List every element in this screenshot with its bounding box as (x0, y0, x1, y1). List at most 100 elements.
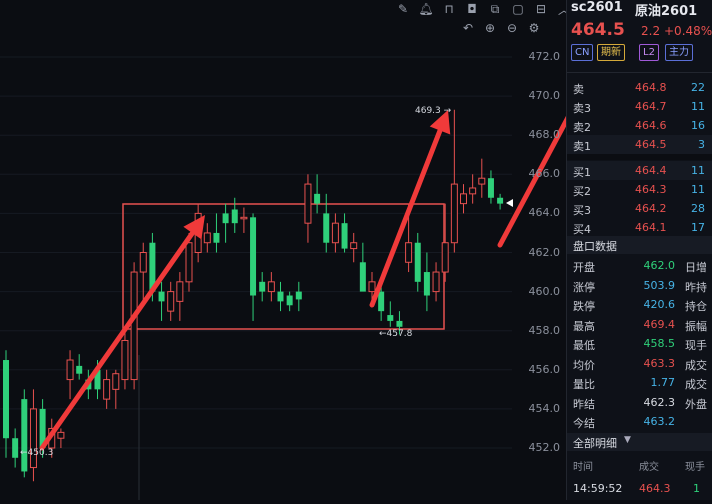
bid-volume: 17 (691, 221, 705, 234)
symbol-header: sc2601 原油2601 (567, 0, 712, 20)
copy-icon[interactable]: ⧉ (487, 1, 503, 17)
window-icon[interactable]: ▢ (510, 1, 526, 17)
detail-section-title: 全部明细 (573, 437, 617, 450)
stat-row: 均价 463.3 成交 (567, 354, 712, 373)
low-label: 450.3 (27, 448, 54, 458)
y-tick-label: 462.0 (528, 245, 561, 259)
stat-key-2: 现手 (685, 339, 707, 352)
stat-row: 今结 463.2 (567, 412, 712, 431)
ask-row[interactable]: 卖 464.8 22 (567, 78, 712, 97)
candle-body-down (378, 291, 385, 312)
bid-label: 买3 (573, 204, 591, 217)
symbol-code: sc2601 (571, 0, 623, 15)
stat-key-2: 外盘 (685, 397, 707, 411)
bid-price: 464.1 (635, 221, 667, 234)
lock-icon[interactable]: ⊓ (441, 1, 457, 17)
bid-price: 464.4 (635, 164, 667, 177)
stat-key-2: 昨持 (685, 280, 707, 294)
stat-key: 跌停 (573, 300, 595, 313)
bid-row[interactable]: 买2 464.3 11 (567, 180, 712, 199)
badge-l2: L2 (639, 44, 659, 61)
bell-icon[interactable]: 🔔︎ (418, 1, 434, 17)
stat-row: 昨结 462.3 外盘 (567, 393, 712, 412)
settings-icon[interactable]: ⚙ (526, 20, 542, 36)
y-tick-label: 456.0 (528, 362, 561, 376)
candle-body-up (112, 373, 120, 390)
candle-body-down (222, 213, 229, 224)
depth-section-title: 盘口数据 (573, 240, 617, 253)
y-tick-label: 460.0 (528, 284, 561, 298)
y-tick-label: 468.0 (528, 128, 561, 142)
col-time: 时间 (573, 462, 593, 473)
candle-body-down (277, 291, 284, 302)
y-tick-label: 458.0 (528, 323, 561, 337)
mid-low-annotation: ←457.8 (379, 329, 413, 339)
stat-value: 458.5 (643, 337, 676, 350)
ask-row[interactable]: 卖1 464.5 3 (567, 135, 712, 154)
candle-body-down (295, 291, 302, 300)
candle-body-up (331, 222, 339, 244)
dropdown-icon[interactable]: ▼ (624, 435, 631, 445)
depth-section-header[interactable]: 盘口数据 (567, 236, 712, 254)
chart-toolbar: ✎ 🔔︎ ⊓ ◘ ⧉ ▢ ⊟ ︿ (395, 0, 572, 18)
undo-icon[interactable]: ↶ (460, 20, 476, 36)
candle-body-down (359, 262, 366, 292)
ask-volume: 16 (691, 119, 705, 132)
candle-body-up (167, 291, 175, 312)
mid-low-label: 457.8 (386, 329, 413, 339)
high-label: 469.3 (415, 106, 441, 116)
bid-label: 买4 (573, 223, 591, 236)
candle-body-down (231, 209, 238, 224)
bid-row[interactable]: 买3 464.2 28 (567, 199, 712, 218)
candle-body-up (185, 242, 193, 283)
stat-key-2: 成交 (685, 378, 707, 391)
zoom-out-icon[interactable]: ⊖ (504, 20, 520, 36)
stat-key-2: 振幅 (685, 319, 707, 333)
stat-value: 463.3 (643, 356, 676, 370)
stat-row: 最高 469.4 振幅 (567, 315, 712, 334)
stat-key: 昨结 (573, 397, 595, 411)
trend-arrow-1-shaft (39, 230, 195, 451)
y-tick-label: 470.0 (528, 89, 561, 103)
ask-row[interactable]: 卖3 464.7 11 (567, 97, 712, 116)
candle-body-up (176, 281, 184, 302)
ask-label: 卖2 (573, 121, 591, 134)
stat-key: 今结 (573, 417, 595, 430)
bid-row[interactable]: 买1 464.4 11 (567, 161, 712, 180)
candle-body-up (66, 359, 74, 381)
candle-body-down (323, 213, 330, 243)
y-tick-label: 454.0 (528, 401, 561, 415)
kline-svg (0, 5, 628, 500)
candle-body-up (103, 379, 111, 400)
chart-toolbar-secondary: ↶ ⊕ ⊖ ⚙ (460, 19, 542, 37)
badge-cn: CN (571, 44, 594, 61)
ask-volume: 3 (698, 138, 705, 151)
stat-row: 跌停 420.6 持仓 (567, 295, 712, 314)
detail-vol: 1 (693, 482, 700, 495)
ask-row[interactable]: 卖2 464.6 16 (567, 116, 712, 135)
candle-body-up (121, 339, 129, 381)
bid-volume: 11 (691, 164, 705, 177)
zoom-in-icon[interactable]: ⊕ (482, 20, 498, 36)
col-price: 成交 (639, 462, 659, 473)
last-price: 464.5 (571, 20, 625, 40)
candle-body-down (487, 178, 494, 198)
candle-body-up (139, 252, 147, 273)
candle-body-up (203, 232, 211, 244)
bid-row[interactable]: 买4 464.1 17 (567, 218, 712, 237)
stat-value: 1.77 (650, 376, 676, 389)
candle-body-up (441, 242, 449, 273)
pencil-icon[interactable]: ✎ (395, 1, 411, 17)
camera-icon[interactable]: ◘ (464, 1, 480, 17)
collapse-icon[interactable]: ⊟ (533, 1, 549, 17)
candle-body-down (341, 223, 348, 249)
detail-section-header[interactable]: 全部明细 ▼ (567, 433, 712, 451)
stat-value: 462.0 (643, 259, 676, 272)
candle-body-down (3, 360, 9, 439)
stat-key: 开盘 (573, 261, 595, 274)
candle-body-up (432, 271, 440, 293)
stat-row: 量比 1.77 成交 (567, 373, 712, 392)
candle-body-up (304, 183, 312, 224)
y-tick-label: 464.0 (528, 206, 561, 220)
candlestick-chart[interactable]: ✎ 🔔︎ ⊓ ◘ ⧉ ▢ ⊟ ︿ ↶ ⊕ ⊖ ⚙ 472.0 470.0 468.0… (0, 0, 628, 500)
